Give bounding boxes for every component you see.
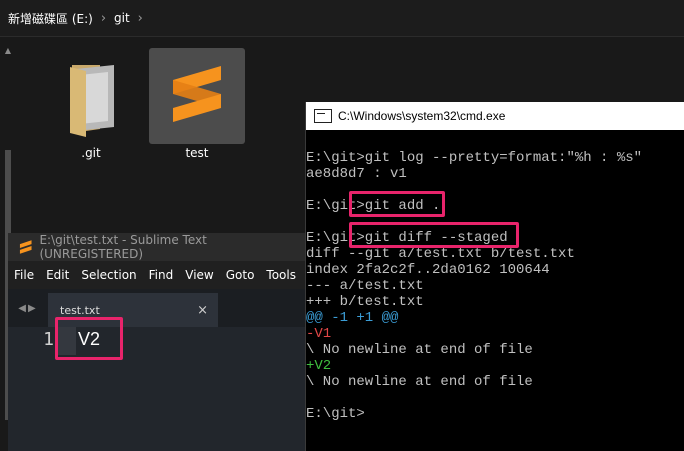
tab-bar: ◀▶ test.txt × [8,289,305,327]
file-item-test[interactable]: test [149,48,245,160]
cmd-titlebar[interactable]: C:\Windows\system32\cmd.exe [306,102,684,130]
breadcrumb-folder[interactable]: git [110,11,134,25]
cmd-line: --- a/test.txt [306,278,424,294]
menu-tools[interactable]: Tools [260,268,302,282]
menu-find[interactable]: Find [143,268,180,282]
close-icon[interactable]: × [197,303,208,318]
cmd-line: +++ b/test.txt [306,294,424,310]
folder-icon [43,48,139,144]
sublime-text-window[interactable]: E:\git\test.txt - Sublime Text (UNREGIST… [8,233,305,451]
address-bar[interactable]: 新增磁碟區 (E:) › git › [0,0,684,37]
tab-scroll-arrows-icon[interactable]: ◀▶ [8,303,48,314]
chevron-right-icon[interactable]: › [97,11,110,26]
sublime-title: E:\git\test.txt - Sublime Text (UNREGIST… [39,233,207,261]
cmd-title: C:\Windows\system32\cmd.exe [338,109,506,123]
sublime-logo-icon [19,240,32,254]
cmd-line: index 2fa2c2f..2da0162 100644 [306,262,550,278]
console-icon [314,109,332,123]
highlight-git-add [349,191,445,217]
menu-view[interactable]: View [179,268,219,282]
menu-bar: File Edit Selection Find View Goto Tools [8,261,305,289]
cmd-line: ae8d8d7 : v1 [306,166,407,182]
cmd-line: \ No newline at end of file [306,342,533,358]
editor-area[interactable]: 1 V2 [8,327,305,451]
menu-edit[interactable]: Edit [40,268,75,282]
cmd-window[interactable]: C:\Windows\system32\cmd.exe E:\git>git l… [305,102,684,451]
cmd-line-hunk-header: @@ -1 +1 @@ [306,310,399,326]
file-name: test [185,146,209,160]
menu-goto[interactable]: Goto [220,268,261,282]
line-number: 1 [43,329,54,350]
tab-label: test.txt [60,303,100,317]
highlight-v2 [55,317,123,360]
cmd-line: diff --git a/test.txt b/test.txt [306,246,575,262]
scroll-up-icon[interactable]: ▲ [3,46,13,55]
chevron-right-icon[interactable]: › [134,11,147,26]
menu-selection[interactable]: Selection [75,268,142,282]
sublime-titlebar[interactable]: E:\git\test.txt - Sublime Text (UNREGIST… [8,233,305,261]
cmd-prompt: E:\git> [306,406,365,422]
file-name: .git [81,146,101,160]
cmd-line [306,390,684,406]
cmd-line: \ No newline at end of file [306,374,533,390]
highlight-git-diff-staged [349,222,519,248]
sublime-text-icon [149,48,245,144]
cmd-line: E:\git>git log --pretty=format:"%h : %s" [306,150,643,166]
cmd-line-removed: -V1 [306,326,332,342]
breadcrumb-drive[interactable]: 新增磁碟區 (E:) [0,10,97,27]
menu-file[interactable]: File [8,268,40,282]
cmd-line-added: +V2 [306,358,332,374]
file-item-git-folder[interactable]: .git [43,48,139,160]
cmd-output[interactable]: E:\git>git log --pretty=format:"%h : %s"… [306,130,684,451]
